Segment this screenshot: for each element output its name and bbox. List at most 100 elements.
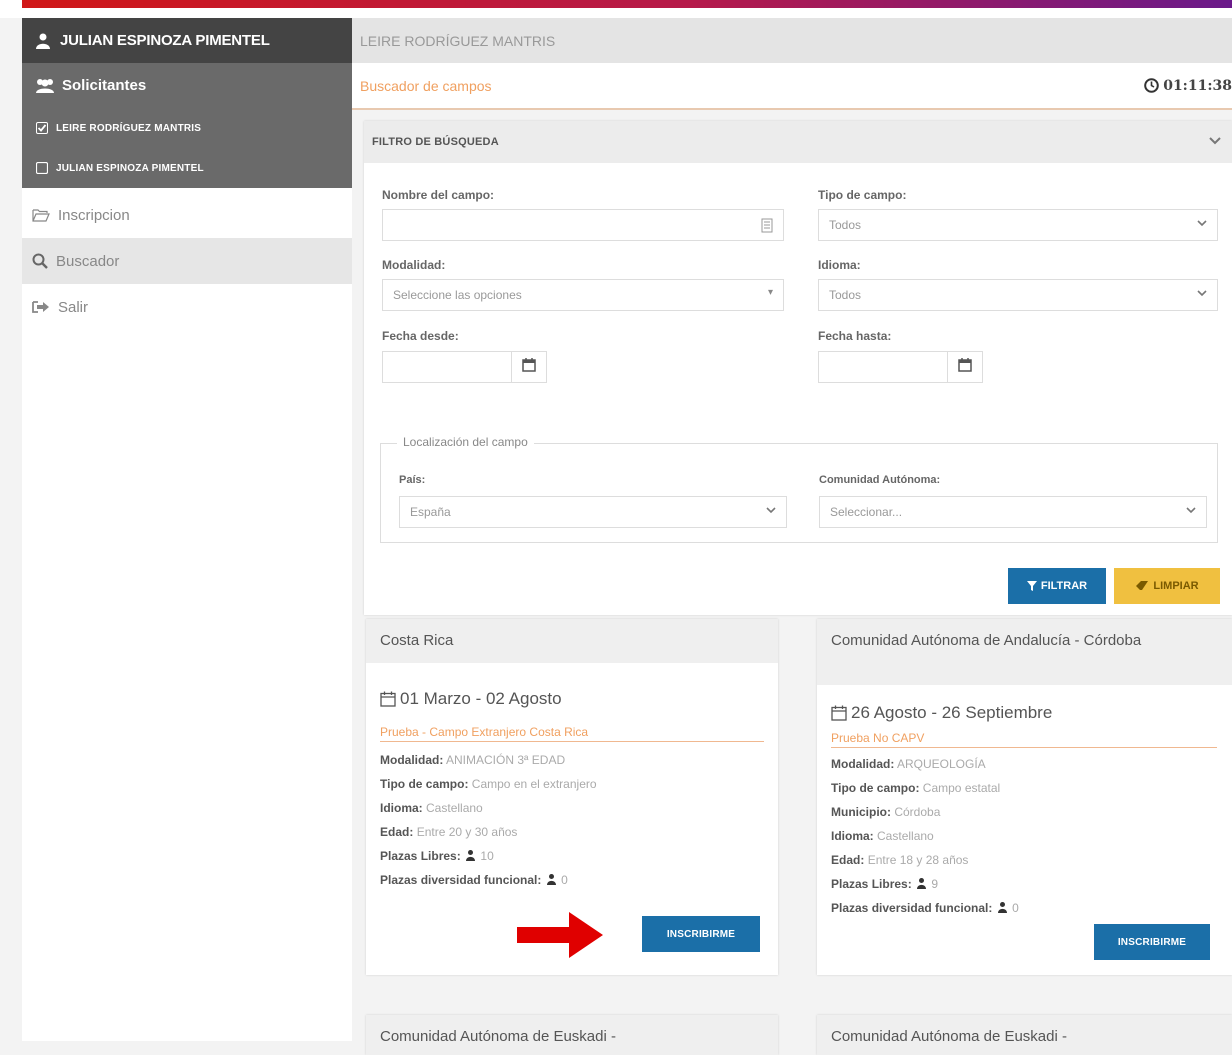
eraser-icon bbox=[1135, 581, 1149, 591]
kv-idioma: Idioma: Castellano bbox=[380, 801, 483, 815]
chevron-down-icon bbox=[766, 505, 776, 515]
user-icon bbox=[546, 874, 556, 885]
user-icon bbox=[36, 33, 50, 49]
sidebar-applicant-0[interactable]: LEIRE RODRÍGUEZ MANTRIS bbox=[22, 108, 352, 148]
chevron-down-icon bbox=[1197, 288, 1207, 298]
calendar-icon bbox=[380, 691, 396, 707]
location-legend: Localización del campo bbox=[397, 435, 534, 449]
kv-tipo: Tipo de campo: Campo estatal bbox=[831, 781, 1001, 795]
checkbox-empty-icon bbox=[36, 162, 48, 174]
keyboard-icon bbox=[761, 218, 773, 233]
sidebar-section-applicants[interactable]: Solicitantes bbox=[22, 63, 352, 108]
top-bar bbox=[0, 0, 1232, 18]
region-value: Seleccionar... bbox=[830, 505, 903, 519]
camp-card-title: Costa Rica bbox=[366, 619, 778, 663]
checkbox-checked-icon bbox=[36, 122, 48, 134]
type-label: Tipo de campo: bbox=[818, 188, 907, 202]
kv-diversidad: Plazas diversidad funcional: 0 bbox=[380, 873, 568, 887]
camp-card: Comunidad Autónoma de Andalucía - Córdob… bbox=[817, 619, 1232, 975]
sidebar-item-salir[interactable]: Salir bbox=[22, 284, 352, 330]
chevron-down-icon[interactable] bbox=[1208, 136, 1222, 149]
kv-modalidad: Modalidad: ARQUEOLOGÍA bbox=[831, 757, 986, 771]
type-value: Todos bbox=[829, 218, 862, 232]
camp-card-dates-text: 26 Agosto - 26 Septiembre bbox=[851, 703, 1053, 722]
camp-card-subtitle[interactable]: Prueba No CAPV bbox=[831, 731, 1217, 748]
sidebar-user[interactable]: JULIAN ESPINOZA PIMENTEL bbox=[22, 18, 352, 63]
to-date-input[interactable] bbox=[818, 351, 948, 383]
users-icon bbox=[34, 78, 56, 94]
camp-card: Comunidad Autónoma de Euskadi - bbox=[817, 1015, 1232, 1055]
annotation-arrow-icon bbox=[517, 912, 603, 963]
mode-label: Modalidad: bbox=[382, 258, 446, 272]
region-label: Comunidad Autónoma: bbox=[819, 474, 941, 486]
camp-card-dates: 01 Marzo - 02 Agosto bbox=[380, 689, 562, 709]
selected-user-name: LEIRE RODRÍGUEZ MANTRIS bbox=[360, 32, 556, 49]
from-date-button[interactable] bbox=[511, 351, 547, 383]
lang-value: Todos bbox=[829, 288, 862, 302]
sidebar-item-label: Inscripcion bbox=[58, 206, 130, 224]
sidebar-item-buscador[interactable]: Buscador bbox=[22, 238, 352, 284]
kv-edad: Edad: Entre 18 y 28 años bbox=[831, 853, 969, 867]
enroll-button[interactable]: INSCRIBIRME bbox=[1094, 924, 1210, 960]
sidebar-applicant-label: LEIRE RODRÍGUEZ MANTRIS bbox=[56, 122, 202, 134]
kv-plazas: Plazas Libres: 10 bbox=[380, 849, 494, 863]
kv-edad: Edad: Entre 20 y 30 años bbox=[380, 825, 518, 839]
camp-card: Comunidad Autónoma de Euskadi - bbox=[366, 1015, 778, 1055]
kv-diversidad: Plazas diversidad funcional: 0 bbox=[831, 901, 1019, 915]
country-label: País: bbox=[399, 474, 426, 486]
filter-panel-title: FILTRO DE BÚSQUEDA bbox=[372, 136, 499, 148]
sidebar-item-label: Buscador bbox=[56, 252, 120, 270]
filter-icon bbox=[1026, 581, 1037, 591]
enroll-button[interactable]: INSCRIBIRME bbox=[642, 916, 760, 952]
page-title-bar: Buscador de campos 01:11:38 bbox=[352, 63, 1232, 110]
user-icon bbox=[917, 878, 927, 889]
filter-button[interactable]: FILTRAR bbox=[1008, 568, 1106, 604]
camp-card-dates-text: 01 Marzo - 02 Agosto bbox=[400, 689, 562, 708]
name-label: Nombre del campo: bbox=[382, 188, 495, 202]
filter-button-label: FILTRAR bbox=[1040, 580, 1088, 592]
clear-button-label: LIMPIAR bbox=[1153, 580, 1199, 592]
sidebar-section-label: Solicitantes bbox=[62, 77, 147, 94]
location-fieldset: Localización del campo País: España Comu… bbox=[380, 435, 1218, 543]
from-date-label: Fecha desde: bbox=[382, 329, 459, 343]
kv-plazas: Plazas Libres: 9 bbox=[831, 877, 939, 891]
clock-icon bbox=[1144, 78, 1160, 93]
sidebar-applicant-label: JULIAN ESPINOZA PIMENTEL bbox=[56, 162, 204, 174]
caret-down-icon: ▾ bbox=[767, 287, 773, 298]
sidebar-item-label: Salir bbox=[58, 298, 89, 316]
clear-button[interactable]: LIMPIAR bbox=[1114, 568, 1220, 604]
name-field[interactable] bbox=[382, 209, 784, 241]
breadcrumb[interactable]: Buscador de campos bbox=[360, 78, 492, 94]
type-select[interactable]: Todos bbox=[818, 209, 1218, 241]
sidebar: JULIAN ESPINOZA PIMENTEL Solicitantes LE… bbox=[22, 18, 352, 1041]
kv-tipo: Tipo de campo: Campo en el extranjero bbox=[380, 777, 597, 791]
camp-card-subtitle[interactable]: Prueba - Campo Extranjero Costa Rica bbox=[380, 725, 764, 742]
user-icon bbox=[997, 902, 1007, 913]
calendar-icon bbox=[958, 357, 972, 377]
chevron-down-icon bbox=[1186, 505, 1196, 515]
sidebar-applicant-1[interactable]: JULIAN ESPINOZA PIMENTEL bbox=[22, 148, 352, 188]
lang-select[interactable]: Todos bbox=[818, 279, 1218, 311]
camp-card-dates: 26 Agosto - 26 Septiembre bbox=[831, 703, 1052, 723]
search-icon bbox=[32, 253, 48, 269]
country-select[interactable]: España bbox=[399, 496, 787, 528]
from-date-input[interactable] bbox=[382, 351, 512, 383]
camp-card-title: Comunidad Autónoma de Euskadi - bbox=[817, 1015, 1232, 1055]
to-date-button[interactable] bbox=[947, 351, 983, 383]
brand-gradient-bar bbox=[22, 0, 1232, 8]
calendar-icon bbox=[522, 357, 536, 377]
mode-select[interactable]: Seleccione las opciones ▾ bbox=[382, 279, 784, 311]
calendar-icon bbox=[831, 705, 847, 721]
camp-card-title: Comunidad Autónoma de Euskadi - bbox=[366, 1015, 778, 1055]
main-content: LEIRE RODRÍGUEZ MANTRIS Buscador de camp… bbox=[352, 18, 1232, 615]
sidebar-user-name: JULIAN ESPINOZA PIMENTEL bbox=[60, 32, 270, 49]
sign-out-icon bbox=[32, 300, 50, 314]
user-icon bbox=[466, 850, 476, 861]
filter-panel-header[interactable]: FILTRO DE BÚSQUEDA bbox=[364, 121, 1232, 163]
region-select[interactable]: Seleccionar... bbox=[819, 496, 1207, 528]
lang-label: Idioma: bbox=[818, 258, 861, 272]
sidebar-item-inscripcion[interactable]: Inscripcion bbox=[22, 192, 352, 238]
chevron-down-icon bbox=[1197, 218, 1207, 228]
mode-placeholder: Seleccione las opciones bbox=[393, 288, 522, 302]
search-filter-panel: FILTRO DE BÚSQUEDA Nombre del campo: Tip… bbox=[364, 121, 1232, 615]
